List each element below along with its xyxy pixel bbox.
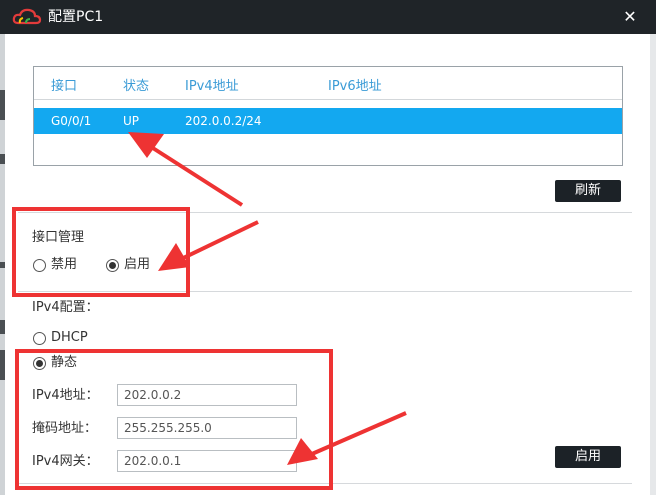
column-header-status: 状态 xyxy=(123,79,150,94)
apply-button[interactable]: 启用 xyxy=(555,446,621,468)
config-pc1-window: 配置PC1 ✕ 接口 状态 IPv4地址 IPv6地址 G0/0/1 UP 20… xyxy=(0,0,656,495)
annotation-box-interface-mgmt xyxy=(12,207,190,297)
table-row[interactable]: G0/0/1 UP 202.0.0.2/24 xyxy=(34,108,622,134)
cell-status: UP xyxy=(123,114,140,128)
interface-table: 接口 状态 IPv4地址 IPv6地址 G0/0/1 UP 202.0.0.2/… xyxy=(33,66,623,166)
interface-table-header: 接口 状态 IPv4地址 IPv6地址 xyxy=(34,67,622,100)
background-strip-left xyxy=(0,34,5,495)
cell-interface-name: G0/0/1 xyxy=(51,114,92,128)
close-icon[interactable]: ✕ xyxy=(621,8,639,26)
column-header-interface: 接口 xyxy=(51,79,78,94)
background-strip-right xyxy=(650,34,656,495)
window-title: 配置PC1 xyxy=(48,9,104,25)
cell-ipv4: 202.0.0.2/24 xyxy=(185,114,262,128)
radio-dhcp-label: DHCP xyxy=(51,330,88,345)
ipv4-config-title: IPv4配置： xyxy=(32,300,99,315)
column-header-ipv6: IPv6地址 xyxy=(328,79,382,94)
title-bar: 配置PC1 ✕ xyxy=(0,0,656,34)
column-header-ipv4: IPv4地址 xyxy=(185,79,239,94)
refresh-button[interactable]: 刷新 xyxy=(555,180,621,202)
cloud-logo-icon xyxy=(12,8,42,25)
annotation-box-ipv4-static xyxy=(15,349,333,490)
radio-dhcp[interactable] xyxy=(33,332,46,345)
